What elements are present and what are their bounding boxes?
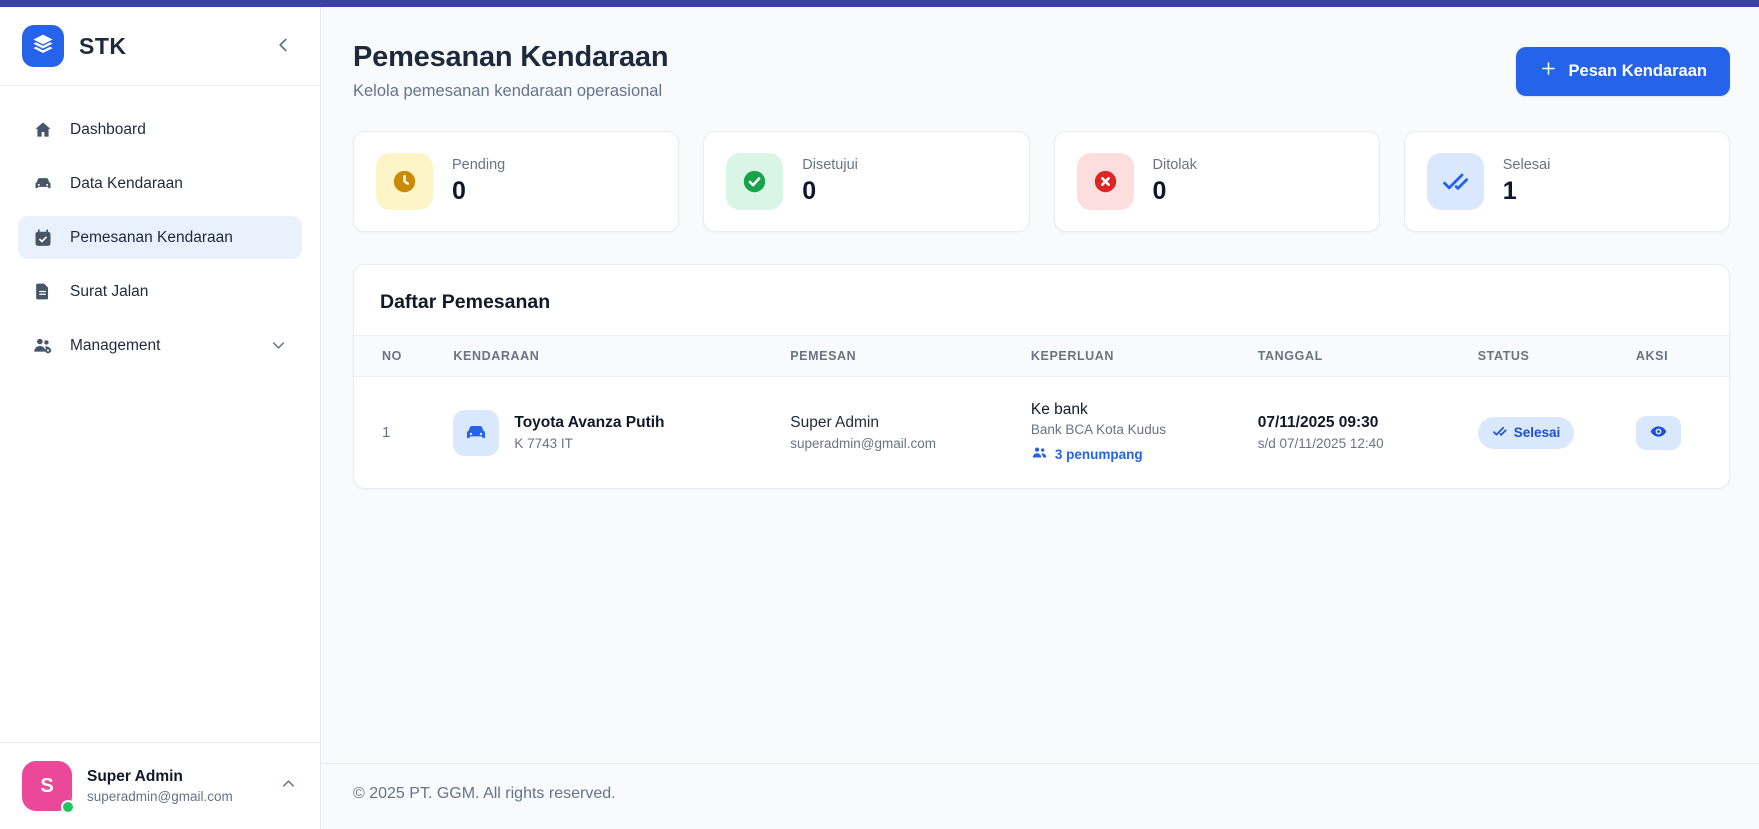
column-header-tanggal: TANGGAL — [1257, 349, 1323, 363]
sidebar-collapse-button[interactable] — [268, 30, 298, 63]
sidebar-item-data-kendaraan[interactable]: Data Kendaraan — [18, 162, 302, 205]
status-badge: Selesai — [1477, 416, 1575, 449]
column-header-aksi: AKSI — [1635, 349, 1669, 363]
table-row: 1 Toyota Avanza Putih K 7743 IT Super Ad… — [354, 377, 1729, 489]
table-header-row: NO KENDARAAN PEMESAN KEPERLUAN TANGGAL S… — [354, 335, 1729, 377]
purpose-text: Ke bank — [1030, 401, 1088, 418]
pesan-kendaraan-button[interactable]: Pesan Kendaraan — [1515, 46, 1730, 96]
column-header-no: NO — [382, 349, 402, 363]
profile-name: Super Admin — [87, 768, 183, 785]
stat-card-pending: Pending 0 — [353, 131, 680, 232]
stat-value: 0 — [1152, 177, 1167, 205]
sidebar-item-label: Pemesanan Kendaraan — [70, 228, 233, 246]
date-start: 07/11/2025 09:30 — [1257, 414, 1379, 431]
avatar: S — [22, 761, 75, 814]
file-text-icon — [32, 281, 53, 302]
users-gear-icon — [32, 335, 53, 356]
plus-icon — [1539, 59, 1558, 83]
vehicle-cell: Toyota Avanza Putih K 7743 IT — [453, 409, 770, 456]
vehicle-plate: K 7743 IT — [514, 436, 573, 451]
vehicle-name: Toyota Avanza Putih — [514, 414, 665, 431]
pesan-kendaraan-label: Pesan Kendaraan — [1568, 61, 1707, 80]
sidebar-item-management[interactable]: Management — [18, 324, 302, 367]
sidebar-item-label: Data Kendaraan — [70, 174, 183, 192]
main-content: Pemesanan Kendaraan Kelola pemesanan ken… — [321, 7, 1759, 829]
home-icon — [32, 119, 53, 140]
requester-name: Super Admin — [790, 414, 879, 431]
user-profile[interactable]: S Super Admin superadmin@gmail.com — [0, 742, 320, 829]
bookings-table: NO KENDARAAN PEMESAN KEPERLUAN TANGGAL S… — [354, 335, 1729, 488]
stat-label: Selesai — [1502, 157, 1551, 173]
stat-value: 1 — [1502, 177, 1517, 205]
copyright-text: © 2025 PT. GGM. All rights reserved. — [353, 785, 616, 802]
chevron-up-icon — [279, 774, 298, 798]
stat-label: Pending — [452, 157, 506, 173]
double-check-icon — [1492, 424, 1507, 442]
column-header-kendaraan: KENDARAAN — [453, 349, 540, 363]
stat-card-selesai: Selesai 1 — [1403, 131, 1730, 232]
sidebar-menu: Dashboard Data Kendaraan Pemesanan Kenda… — [0, 86, 320, 742]
destination-text: Bank BCA Kota Kudus — [1030, 422, 1166, 437]
sidebar-item-label: Surat Jalan — [70, 282, 149, 300]
page-subtitle: Kelola pemesanan kendaraan operasional — [353, 82, 663, 100]
stats-row: Pending 0 Disetujui 0 Ditolak 0 Selesai … — [353, 131, 1730, 232]
bookings-card: Daftar Pemesanan NO KENDARAAN PEMESAN KE… — [353, 264, 1730, 489]
sidebar-header: STK — [0, 7, 320, 86]
double-check-icon — [1426, 153, 1484, 210]
requester-email: superadmin@gmail.com — [790, 436, 937, 451]
page-title: Pemesanan Kendaraan — [353, 41, 669, 73]
avatar-initial: S — [40, 774, 54, 797]
passengers-label: 3 penumpang — [1054, 446, 1143, 462]
passengers-link[interactable]: 3 penumpang — [1031, 444, 1238, 464]
profile-info: Super Admin superadmin@gmail.com — [87, 768, 264, 804]
sidebar-item-label: Dashboard — [70, 120, 146, 138]
layers-icon — [31, 32, 55, 61]
sidebar-item-label: Management — [70, 336, 161, 354]
app-logo — [22, 25, 64, 67]
app-shell: STK Dashboard Data Kendaraan Pemesanan K… — [0, 7, 1759, 829]
calendar-check-icon — [32, 227, 53, 248]
chevron-left-icon — [272, 34, 294, 59]
sidebar: STK Dashboard Data Kendaraan Pemesanan K… — [0, 7, 321, 829]
online-status-dot — [61, 800, 75, 814]
top-accent-bar — [0, 0, 1759, 7]
chevron-down-icon — [269, 336, 288, 355]
stat-value: 0 — [802, 177, 817, 205]
stat-label: Disetujui — [802, 157, 858, 173]
column-header-keperluan: KEPERLUAN — [1030, 349, 1115, 363]
car-icon — [453, 409, 500, 456]
stat-card-disetujui: Disetujui 0 — [703, 131, 1030, 232]
column-header-status: STATUS — [1477, 349, 1530, 363]
clock-icon — [376, 153, 433, 210]
view-detail-button[interactable] — [1635, 415, 1681, 450]
date-end: s/d 07/11/2025 12:40 — [1257, 436, 1384, 451]
footer: © 2025 PT. GGM. All rights reserved. — [321, 763, 1759, 829]
users-icon — [1031, 444, 1048, 464]
car-icon — [32, 173, 53, 194]
profile-email: superadmin@gmail.com — [87, 789, 233, 804]
bookings-card-title: Daftar Pemesanan — [380, 291, 551, 313]
stat-label: Ditolak — [1152, 157, 1197, 173]
x-circle-icon — [1076, 153, 1134, 210]
stat-value: 0 — [452, 177, 466, 205]
eye-icon — [1649, 422, 1668, 444]
stat-card-ditolak: Ditolak 0 — [1053, 131, 1380, 232]
page-header: Pemesanan Kendaraan Kelola pemesanan ken… — [353, 41, 1730, 101]
column-header-pemesan: PEMESAN — [790, 349, 857, 363]
status-label: Selesai — [1513, 425, 1561, 440]
sidebar-item-pemesanan-kendaraan[interactable]: Pemesanan Kendaraan — [18, 216, 302, 259]
sidebar-item-dashboard[interactable]: Dashboard — [18, 108, 302, 151]
app-title: STK — [79, 32, 127, 59]
sidebar-item-surat-jalan[interactable]: Surat Jalan — [18, 270, 302, 313]
row-number: 1 — [382, 424, 391, 441]
check-circle-icon — [726, 153, 784, 210]
